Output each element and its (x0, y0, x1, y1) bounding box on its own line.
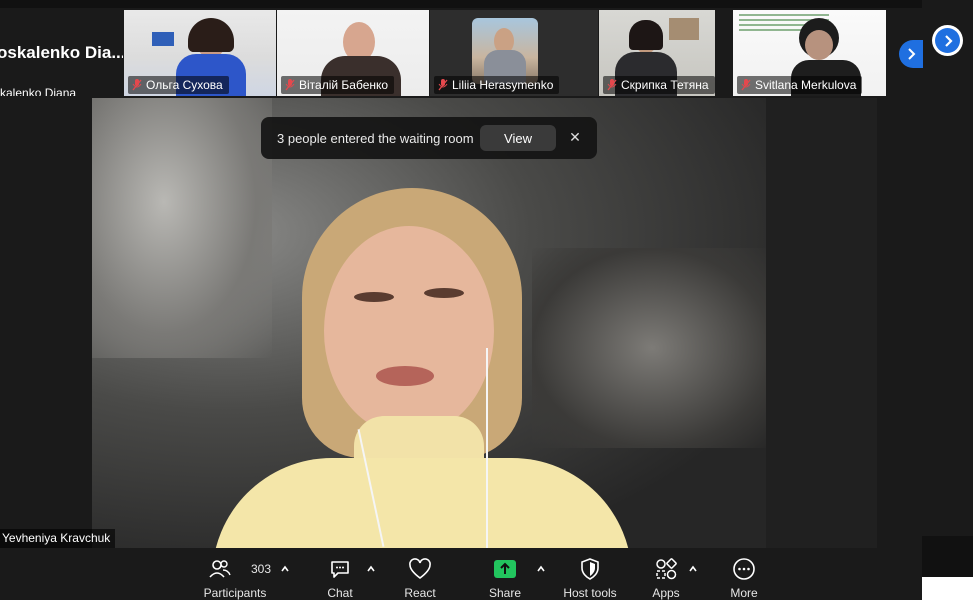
participant-tile[interactable]: Liliia Herasymenko (430, 10, 598, 96)
participant-count: 303 (251, 562, 272, 576)
chat-icon (327, 556, 353, 582)
more-icon (731, 556, 757, 582)
react-button[interactable]: React (400, 556, 440, 600)
share-label: Share (488, 586, 522, 600)
participant-name-label: Svitlana Merkulova (737, 76, 863, 94)
share-button[interactable]: Share (485, 556, 525, 600)
muted-mic-icon (285, 79, 295, 91)
participants-caret-icon[interactable] (280, 564, 290, 574)
apps-icon (653, 556, 679, 582)
react-label: React (404, 586, 436, 600)
chevron-right-icon (944, 34, 953, 47)
waiting-room-message: 3 people entered the waiting room (277, 130, 474, 146)
muted-mic-icon (741, 79, 751, 91)
participant-name-label: Віталій Бабенко (281, 76, 395, 94)
muted-mic-icon (438, 79, 448, 91)
shield-icon (577, 556, 603, 582)
chat-label: Chat (327, 586, 353, 600)
active-speaker-video (92, 98, 766, 548)
participant-tile[interactable]: Віталій Бабенко (277, 10, 429, 96)
participant-tile[interactable]: Svitlana Merkulova (733, 10, 886, 96)
apps-caret-icon[interactable] (688, 564, 698, 574)
participant-name: Ольга Сухова (146, 78, 223, 92)
next-page-button[interactable] (899, 40, 923, 68)
chat-caret-icon[interactable] (366, 564, 376, 574)
strip-top-border (0, 0, 922, 8)
gallery-next-button[interactable] (932, 25, 963, 56)
more-button[interactable]: More (724, 556, 764, 600)
chat-button[interactable]: Chat (320, 556, 360, 600)
participant-tile-partial[interactable]: oskalenko Dia... kalenko Diana (0, 10, 123, 96)
participant-name-small: kalenko Diana (0, 86, 77, 96)
participant-name: Svitlana Merkulova (755, 78, 857, 92)
muted-mic-icon (607, 79, 617, 91)
muted-mic-icon (132, 79, 142, 91)
view-waiting-room-button[interactable]: View (480, 125, 556, 151)
window-corner-light (922, 577, 973, 600)
gallery-next-button-inner (935, 28, 960, 53)
participant-tile[interactable]: Скрипка Тетяна (599, 10, 715, 96)
meeting-toolbar: Participants 303 Chat React Share Host t… (0, 548, 922, 600)
share-caret-icon[interactable] (536, 564, 546, 574)
participants-label: Participants (203, 586, 267, 600)
more-label: More (730, 586, 758, 600)
video-side-panel (766, 98, 877, 548)
participant-tile[interactable]: Ольга Сухова (124, 10, 276, 96)
close-notification-button[interactable]: ✕ (567, 128, 583, 146)
participant-name-label: Ольга Сухова (128, 76, 229, 94)
host-tools-button[interactable]: Host tools (560, 556, 620, 600)
participant-name-label: Liliia Herasymenko (434, 76, 560, 94)
active-speaker-name: Yevheniya Kravchuk (0, 529, 116, 548)
participant-name: Скрипка Тетяна (621, 78, 709, 92)
participant-name: Liliia Herasymenko (452, 78, 554, 92)
window-corner-dark (922, 536, 973, 577)
participant-name: Віталій Бабенко (299, 78, 389, 92)
participant-name-large: oskalenko Dia... (0, 43, 123, 62)
apps-button[interactable]: Apps (646, 556, 686, 600)
apps-label: Apps (652, 586, 680, 600)
participant-name-label: Скрипка Тетяна (603, 76, 715, 94)
participants-icon (207, 556, 233, 582)
video-thumbnail-strip: oskalenko Dia... kalenko Diana Ольга Сух… (0, 0, 923, 98)
window-margin (877, 98, 973, 548)
chevron-right-icon (908, 48, 916, 60)
waiting-room-notification: 3 people entered the waiting room View ✕ (261, 117, 597, 159)
share-screen-icon (492, 556, 518, 582)
heart-icon (407, 556, 433, 582)
host-tools-label: Host tools (563, 586, 617, 600)
